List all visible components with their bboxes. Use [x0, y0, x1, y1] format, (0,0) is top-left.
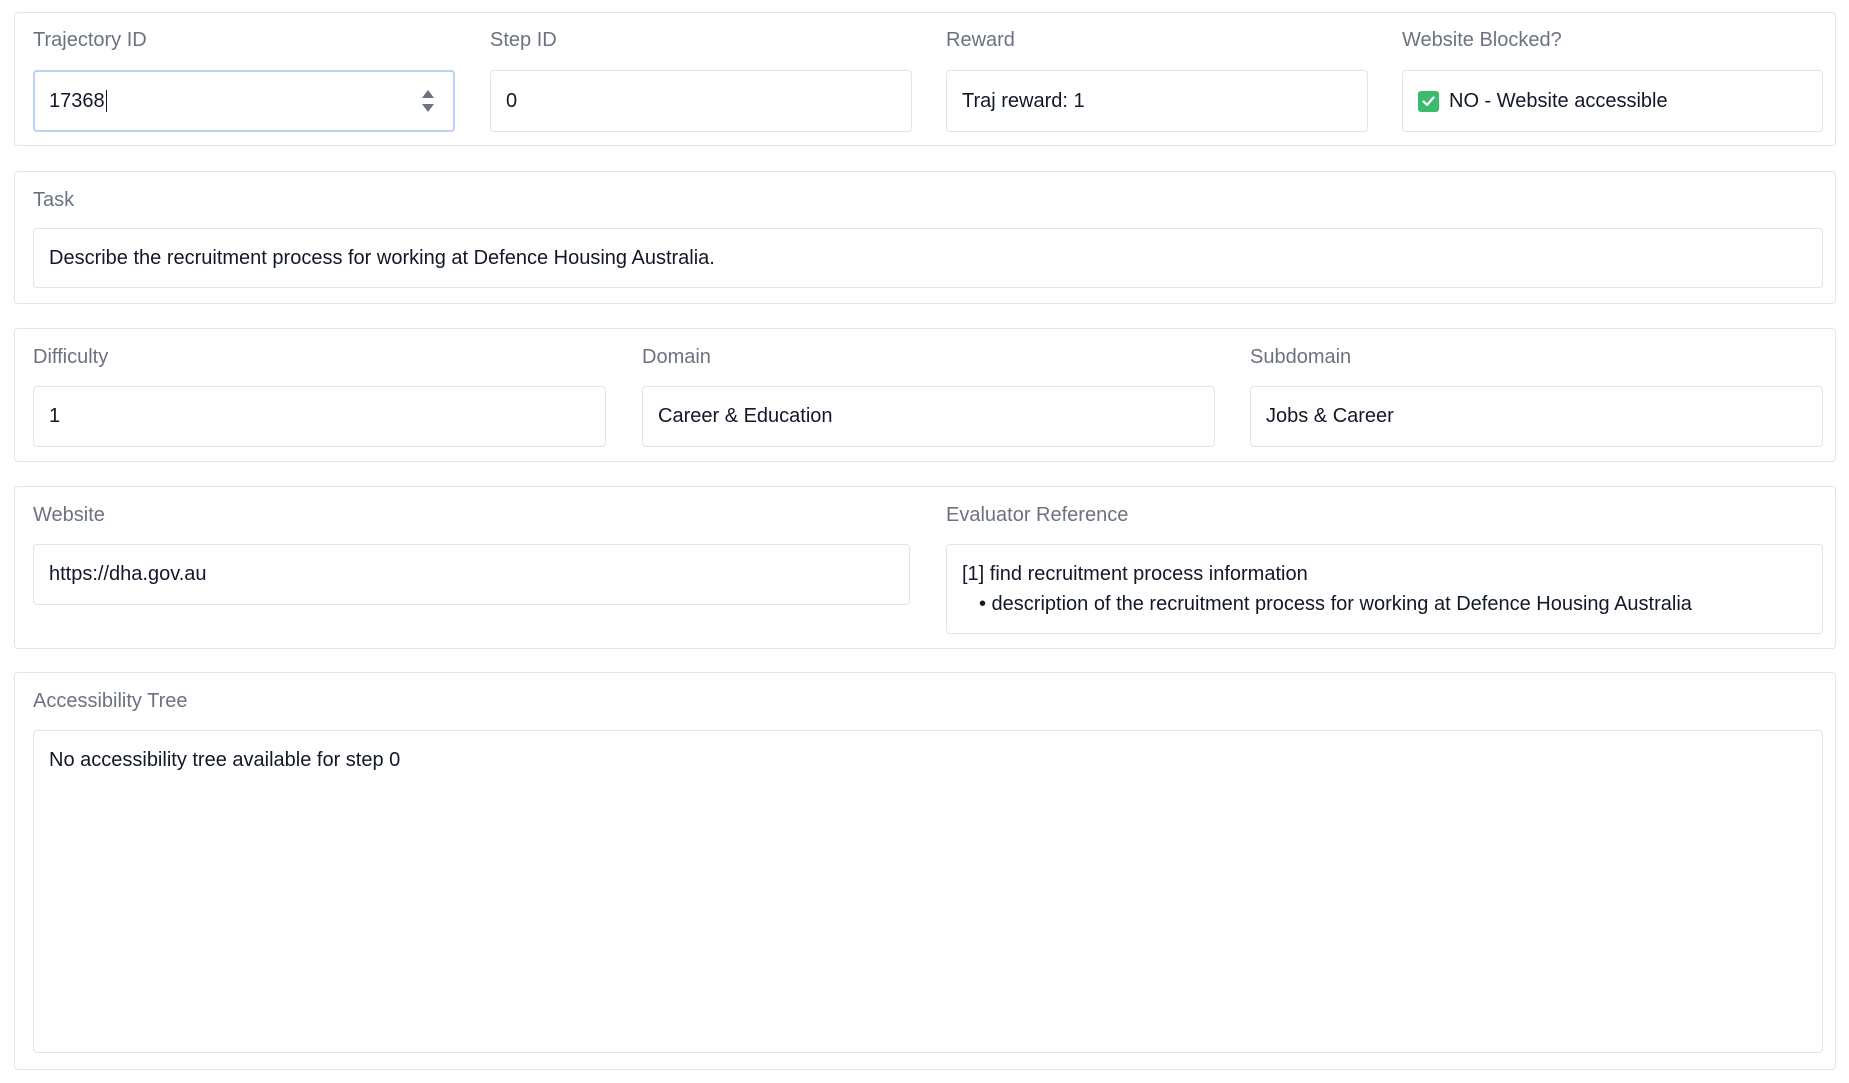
step-id-input[interactable]: 0 — [490, 70, 912, 132]
ids-panel: Trajectory ID 17368 Step ID 0 Reward Tra… — [14, 12, 1836, 146]
evaluator-reference-bullet: • description of the recruitment process… — [979, 593, 1692, 615]
task-panel: Task Describe the recruitment process fo… — [14, 171, 1836, 304]
reward-field[interactable]: Traj reward: 1 — [946, 70, 1368, 132]
difficulty-label: Difficulty — [33, 346, 109, 368]
subdomain-field[interactable]: Jobs & Career — [1250, 386, 1823, 447]
accessibility-tree-label: Accessibility Tree — [33, 690, 188, 712]
website-blocked-field[interactable]: NO - Website accessible — [1402, 70, 1823, 132]
number-stepper-icon[interactable] — [421, 88, 435, 114]
domain-label: Domain — [642, 346, 711, 368]
trajectory-id-label: Trajectory ID — [33, 29, 147, 51]
accessibility-tree-field[interactable]: No accessibility tree available for step… — [33, 730, 1823, 1053]
evaluator-reference-field[interactable]: [1] find recruitment process information… — [946, 544, 1823, 634]
trajectory-id-value: 17368 — [49, 89, 105, 112]
subdomain-label: Subdomain — [1250, 346, 1352, 368]
website-field[interactable]: https://dha.gov.au — [33, 544, 910, 605]
step-id-label: Step ID — [490, 29, 557, 51]
difficulty-field[interactable]: 1 — [33, 386, 606, 447]
task-label: Task — [33, 189, 75, 211]
classification-panel: Difficulty 1 Domain Career & Education S… — [14, 328, 1836, 462]
website-panel: Website https://dha.gov.au Evaluator Ref… — [14, 486, 1836, 649]
reward-label: Reward — [946, 29, 1015, 51]
evaluator-reference-label: Evaluator Reference — [946, 504, 1129, 526]
accessibility-tree-panel: Accessibility Tree No accessibility tree… — [14, 672, 1836, 1070]
task-field[interactable]: Describe the recruitment process for wor… — [33, 228, 1823, 288]
trajectory-id-input[interactable]: 17368 — [33, 70, 455, 132]
website-blocked-value: NO - Website accessible — [1449, 89, 1668, 112]
check-icon — [1418, 90, 1439, 112]
website-label: Website — [33, 504, 105, 526]
domain-field[interactable]: Career & Education — [642, 386, 1215, 447]
website-blocked-label: Website Blocked? — [1402, 29, 1562, 51]
text-caret — [105, 90, 107, 112]
evaluator-reference-line: [1] find recruitment process information — [962, 563, 1308, 585]
